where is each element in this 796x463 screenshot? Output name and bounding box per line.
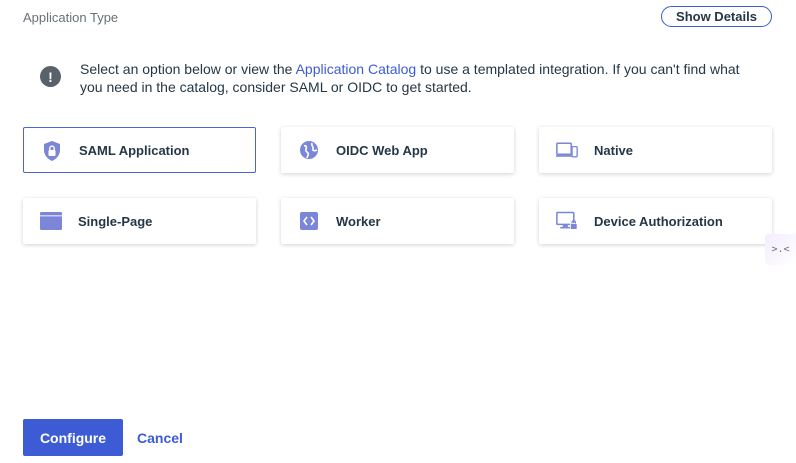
- application-catalog-link[interactable]: Application Catalog: [296, 61, 417, 77]
- option-native[interactable]: Native: [539, 127, 772, 173]
- code-icon: [298, 210, 320, 232]
- globe-icon: [298, 139, 320, 161]
- configure-button[interactable]: Configure: [23, 419, 123, 456]
- section-title: Application Type: [23, 10, 119, 25]
- side-helper-widget[interactable]: >.<: [765, 234, 796, 265]
- browser-window-icon: [40, 210, 62, 232]
- cancel-button[interactable]: Cancel: [137, 430, 183, 446]
- devices-icon: [556, 139, 578, 161]
- option-label: Native: [594, 142, 634, 158]
- alert-icon: !: [40, 66, 61, 87]
- option-device-authorization[interactable]: Device Authorization: [539, 198, 772, 244]
- shield-lock-icon: [41, 140, 63, 162]
- option-saml-application[interactable]: SAML Application: [23, 127, 256, 173]
- option-label: Device Authorization: [594, 213, 723, 229]
- option-label: SAML Application: [79, 142, 190, 158]
- option-worker[interactable]: Worker: [281, 198, 514, 244]
- option-label: Worker: [336, 213, 381, 229]
- monitor-lock-icon: [556, 210, 578, 232]
- option-oidc-web-app[interactable]: OIDC Web App: [281, 127, 514, 173]
- option-label: Single-Page: [78, 213, 153, 229]
- info-message: ! Select an option below or view the App…: [40, 60, 760, 96]
- option-label: OIDC Web App: [336, 142, 428, 158]
- option-single-page[interactable]: Single-Page: [23, 198, 256, 244]
- show-details-button[interactable]: Show Details: [661, 6, 772, 27]
- info-text: Select an option below or view the Appli…: [80, 61, 740, 95]
